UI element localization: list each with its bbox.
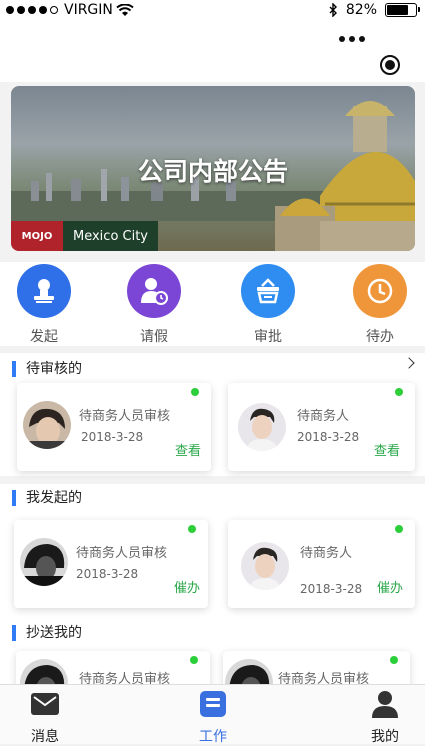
- carrier-label: VIRGIN: [64, 2, 113, 18]
- avatar: [238, 403, 286, 451]
- action-approve-label: 审批: [254, 329, 282, 345]
- pending-card[interactable]: 待商务人员审核 2018-3-28 查看: [17, 383, 211, 471]
- action-todo[interactable]: 待办: [352, 264, 408, 346]
- action-todo-label: 待办: [366, 329, 394, 345]
- card-date: 2018-3-28: [81, 430, 144, 444]
- bluetooth-icon: [329, 3, 337, 17]
- signal-dot: [39, 6, 47, 14]
- action-leave[interactable]: 请假: [126, 264, 182, 346]
- view-button[interactable]: 查看: [175, 440, 201, 459]
- signal-dot: [28, 6, 36, 14]
- card-name: 待商务人: [300, 546, 353, 561]
- tab-profile-label: 我的: [371, 729, 399, 745]
- announcement-banner[interactable]: 公司内部公告 MOJO Mexico City: [11, 86, 415, 251]
- section-cc-title: 抄送我的: [12, 625, 82, 641]
- quick-actions: 发起 请假 审批 待办: [0, 262, 425, 346]
- avatar: [241, 542, 289, 590]
- remind-button[interactable]: 催办: [377, 577, 403, 596]
- status-dot: [188, 525, 196, 533]
- card-date: 2018-3-28: [76, 567, 139, 581]
- leave-icon: [127, 264, 181, 318]
- battery-icon: [385, 3, 420, 17]
- tab-bar: 消息 工作 我的: [0, 684, 425, 746]
- clock-icon: [353, 264, 407, 318]
- status-dot: [395, 388, 403, 396]
- tab-work-label: 工作: [199, 729, 227, 745]
- initiate-icon: [17, 264, 71, 318]
- tab-messages[interactable]: 消息: [15, 690, 75, 746]
- initiated-card[interactable]: 待商务人 2018-3-28 催办: [228, 520, 415, 608]
- avatar: [23, 401, 71, 449]
- section-initiated-title: 我发起的: [12, 490, 82, 506]
- signal-dot: [17, 6, 25, 14]
- signal-dot: [6, 6, 14, 14]
- banner-tag: MOJO Mexico City: [11, 221, 159, 251]
- status-dot: [190, 656, 198, 664]
- card-name: 待商务人: [297, 409, 350, 424]
- close-icon[interactable]: [380, 55, 400, 75]
- battery-fill: [387, 5, 409, 15]
- card-name: 待商务人员审核: [76, 546, 168, 561]
- banner-title: 公司内部公告: [137, 157, 288, 186]
- action-approve[interactable]: 审批: [240, 264, 296, 346]
- section-pending-title: 待审核的: [12, 361, 82, 377]
- status-right: 82%: [329, 2, 420, 18]
- view-button[interactable]: 查看: [374, 440, 400, 459]
- avatar: [20, 538, 68, 586]
- status-dot: [191, 388, 199, 396]
- signal-area: VIRGIN: [6, 2, 134, 18]
- status-dot: [395, 525, 403, 533]
- remind-button[interactable]: 催办: [174, 577, 200, 596]
- action-leave-label: 请假: [140, 329, 168, 345]
- status-bar: VIRGIN 82%: [0, 0, 425, 20]
- city-label: Mexico City: [63, 221, 159, 251]
- tab-messages-label: 消息: [31, 729, 59, 745]
- tab-profile[interactable]: 我的: [355, 690, 415, 746]
- signal-dot-empty: [50, 6, 58, 14]
- nav-bar: [0, 20, 425, 82]
- battery-percent: 82%: [345, 2, 377, 18]
- action-initiate[interactable]: 发起: [16, 264, 72, 346]
- initiated-card[interactable]: 待商务人员审核 2018-3-28 催办: [14, 520, 208, 608]
- basket-icon: [241, 264, 295, 318]
- message-icon: [31, 693, 59, 715]
- card-date: 2018-3-28: [300, 582, 363, 596]
- more-icon[interactable]: [339, 36, 365, 42]
- card-name: 待商务人员审核: [79, 409, 171, 424]
- pending-card[interactable]: 待商务人 2018-3-28 查看: [228, 383, 415, 471]
- profile-icon: [372, 691, 398, 718]
- wifi-icon: [116, 3, 134, 16]
- work-icon: [200, 691, 226, 717]
- status-dot: [390, 656, 398, 664]
- card-date: 2018-3-28: [297, 430, 360, 444]
- mojo-logo: MOJO: [11, 221, 63, 251]
- tab-work[interactable]: 工作: [183, 690, 243, 746]
- action-initiate-label: 发起: [30, 329, 58, 345]
